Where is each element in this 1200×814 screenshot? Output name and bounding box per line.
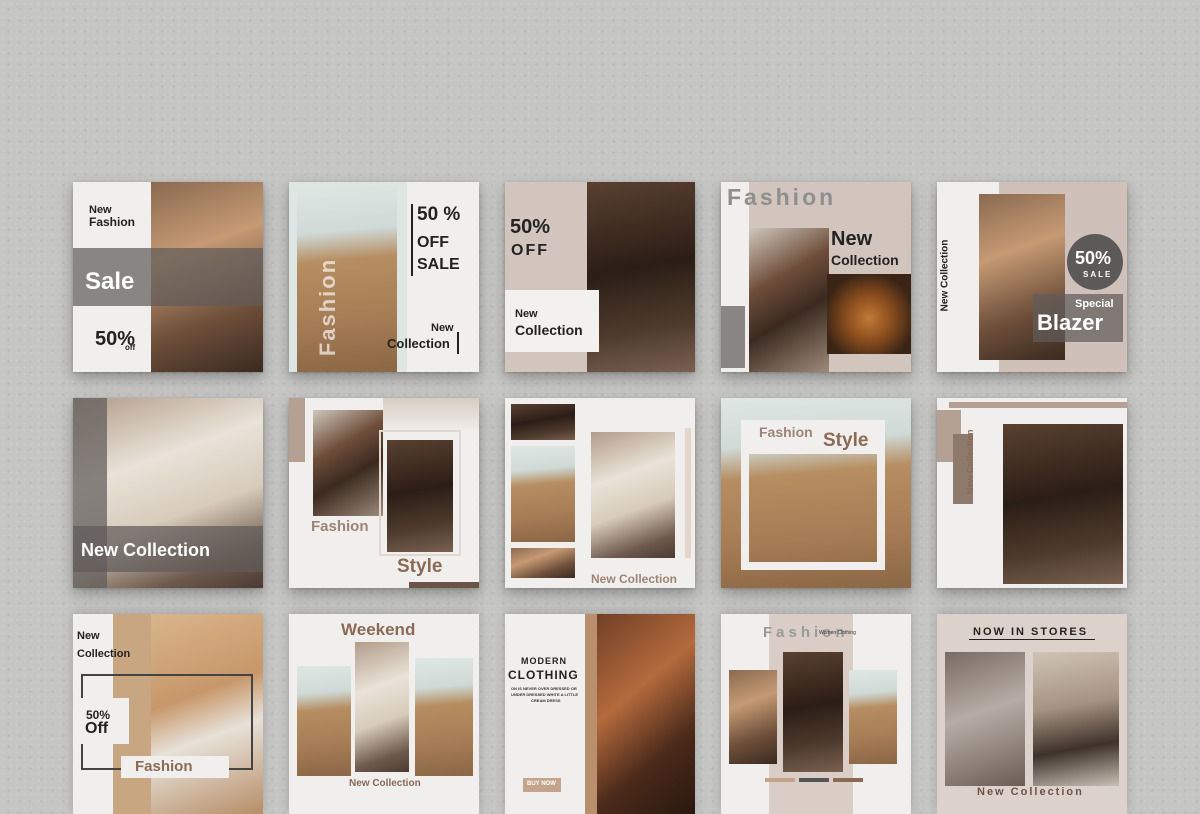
label-collection: Collection [831, 252, 899, 268]
template-card-2[interactable]: 50 % OFF SALE New Collection Fashion [289, 182, 479, 372]
photo-small-2 [511, 548, 575, 578]
badge-sale: SALE [1083, 270, 1113, 279]
label-collection: Collection [77, 648, 131, 660]
label-style: Style [823, 430, 869, 451]
label-new: New [515, 308, 538, 320]
label-collection: Collection [515, 322, 583, 338]
template-card-5[interactable]: New Collection 50% SALE Special Blazer [937, 182, 1127, 372]
tagline-line-1: ON IS NEVER OVER DRESSED OR [511, 686, 577, 691]
label-new-collection: New Collection [591, 572, 678, 586]
label-now-in-stores: NOW IN STORES [973, 626, 1089, 638]
label-new-collection-vertical: New Collection [965, 429, 975, 494]
template-card-10[interactable]: New Collection [937, 398, 1127, 588]
top-bar [949, 402, 1127, 408]
photo-woman-2 [783, 652, 843, 772]
taupe-bar [289, 398, 305, 462]
label-fashion: Fashion [89, 215, 136, 229]
label-new: New [831, 228, 873, 250]
accent-bar [685, 428, 691, 558]
label-special: Special [1075, 298, 1114, 310]
bottom-bar [409, 582, 479, 588]
template-card-14[interactable]: Fashion Women Clothing [721, 614, 911, 814]
label-new-collection-vertical: New Collection [939, 239, 951, 312]
photo-clothing-rack [589, 614, 695, 814]
label-new-collection: New Collection [977, 786, 1084, 798]
underline [969, 639, 1095, 640]
label-women-clothing: Women Clothing [819, 630, 856, 636]
divider [411, 204, 413, 276]
photo-man-doorway [1003, 424, 1123, 584]
template-card-15[interactable]: NOW IN STORES New Collection [937, 614, 1127, 814]
photo-hat-woman [297, 666, 351, 776]
tagline-line-3: CREAM DRESS [531, 698, 561, 703]
swatch-1 [765, 778, 795, 782]
template-card-11[interactable]: New Collection 50% Off Fashion [73, 614, 263, 814]
photo-man-plaid [749, 228, 829, 372]
photo-woman-1 [729, 670, 777, 764]
photo-man-hat [313, 410, 383, 516]
gray-block [721, 306, 745, 368]
label-off: OFF [417, 234, 449, 251]
label-clothing: CLOTHING [508, 668, 579, 682]
accent-strip [585, 614, 597, 814]
photo-trench [415, 658, 473, 776]
building-strip [383, 398, 479, 432]
label-blazer: Blazer [1037, 310, 1104, 335]
label-fashion: Fashion [727, 184, 837, 210]
label-off: OFF [511, 242, 549, 259]
label-fashion: Fashion [135, 758, 193, 775]
template-card-6[interactable]: New Collection [73, 398, 263, 588]
white-box [505, 290, 599, 352]
label-style: Style [397, 556, 443, 577]
photo-man-doorway [387, 440, 453, 552]
template-card-4[interactable]: Fashion New Collection [721, 182, 911, 372]
label-collection: Collection [387, 336, 450, 351]
buy-now-label: BUY NOW [527, 781, 556, 787]
label-weekend: Weekend [341, 620, 416, 639]
template-card-13[interactable]: MODERN CLOTHING ON IS NEVER OVER DRESSED… [505, 614, 695, 814]
label-50: 50% [510, 216, 551, 238]
photo-watch [945, 652, 1025, 786]
tagline-line-2: UNDER DRESSED WHITE A LITTLE [511, 692, 579, 697]
label-fashion-vertical: Fashion [315, 257, 341, 357]
photo-small-1 [511, 404, 575, 440]
label-new-collection: New Collection [81, 540, 211, 560]
label-fashion: Fashion [311, 518, 369, 535]
photo-trench [511, 446, 575, 542]
label-sale: SALE [417, 256, 460, 273]
photo-shoes [827, 274, 911, 354]
template-card-8[interactable]: New Collection [505, 398, 695, 588]
template-card-3[interactable]: 50% OFF New Collection [505, 182, 695, 372]
label-fashion: Fashion [759, 424, 813, 440]
label-off: Off [85, 720, 109, 737]
label-50-percent: 50 % [417, 204, 461, 225]
photo-woman-3 [849, 670, 897, 764]
label-modern: MODERN [521, 656, 567, 666]
photo-man-doorway [587, 182, 695, 372]
template-card-7[interactable]: Fashion Style [289, 398, 479, 588]
template-card-1[interactable]: New Fashion Sale 50% off [73, 182, 263, 372]
photo-street-woman [1033, 652, 1119, 786]
label-new: New [431, 322, 454, 334]
photo-linen [355, 642, 409, 772]
label-sale: Sale [85, 268, 135, 295]
label-new-collection: New Collection [349, 778, 421, 789]
template-card-9[interactable]: Fashion Style [721, 398, 911, 588]
photo-linen [591, 432, 675, 558]
swatch-3 [833, 778, 863, 782]
accent-line [457, 332, 459, 354]
label-new: New [77, 630, 100, 642]
label-off: off [125, 343, 136, 352]
badge-50: 50% [1075, 248, 1112, 268]
photo-trench-coat [297, 186, 397, 372]
template-card-12[interactable]: Weekend New Collection [289, 614, 479, 814]
swatch-2 [799, 778, 829, 782]
